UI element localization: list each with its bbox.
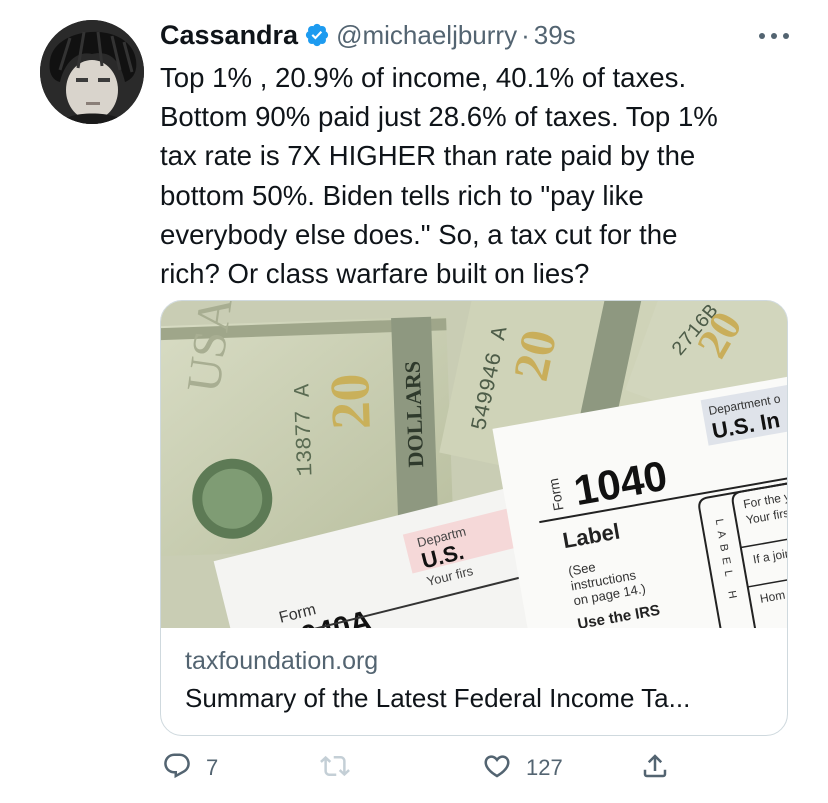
retweet-icon	[320, 751, 350, 786]
avatar-image	[40, 20, 144, 124]
like-count: 127	[526, 755, 563, 780]
reply-icon	[162, 751, 192, 786]
author-handle[interactable]: @michaeljburry	[336, 20, 517, 51]
svg-text:20: 20	[319, 373, 383, 431]
card-title[interactable]: Summary of the Latest Federal Income Ta.…	[185, 683, 775, 714]
verified-badge-icon	[304, 22, 330, 48]
author-name[interactable]: Cassandra	[160, 20, 298, 51]
svg-text:DOLLARS: DOLLARS	[400, 361, 429, 468]
header-separator: ·	[521, 19, 530, 50]
like-button[interactable]: 127	[482, 748, 563, 788]
share-button[interactable]	[640, 748, 670, 788]
heart-icon	[482, 751, 512, 786]
retweet-button[interactable]	[320, 748, 364, 788]
tweet-header: Cassandra @michaeljburry · 39s	[160, 16, 576, 54]
card-domain: taxfoundation.org	[185, 647, 379, 675]
svg-text:13877 A: 13877 A	[290, 383, 318, 477]
card-image[interactable]: USA 13877 A 20 DOLLARS 549946 A 20 2716B…	[161, 301, 787, 628]
avatar[interactable]	[40, 20, 144, 124]
more-options-icon[interactable]	[754, 24, 794, 48]
reply-count: 7	[206, 755, 219, 780]
tax-forms-money-image: USA 13877 A 20 DOLLARS 549946 A 20 2716B…	[161, 301, 787, 628]
share-icon	[640, 751, 670, 786]
tweet-timestamp[interactable]: 39s	[534, 20, 576, 51]
tweet-actions: 7 127	[160, 748, 800, 788]
reply-button[interactable]: 7	[162, 748, 218, 788]
tweet-text: Top 1% , 20.9% of income, 40.1% of taxes…	[160, 62, 718, 290]
link-card[interactable]: USA 13877 A 20 DOLLARS 549946 A 20 2716B…	[160, 300, 788, 736]
